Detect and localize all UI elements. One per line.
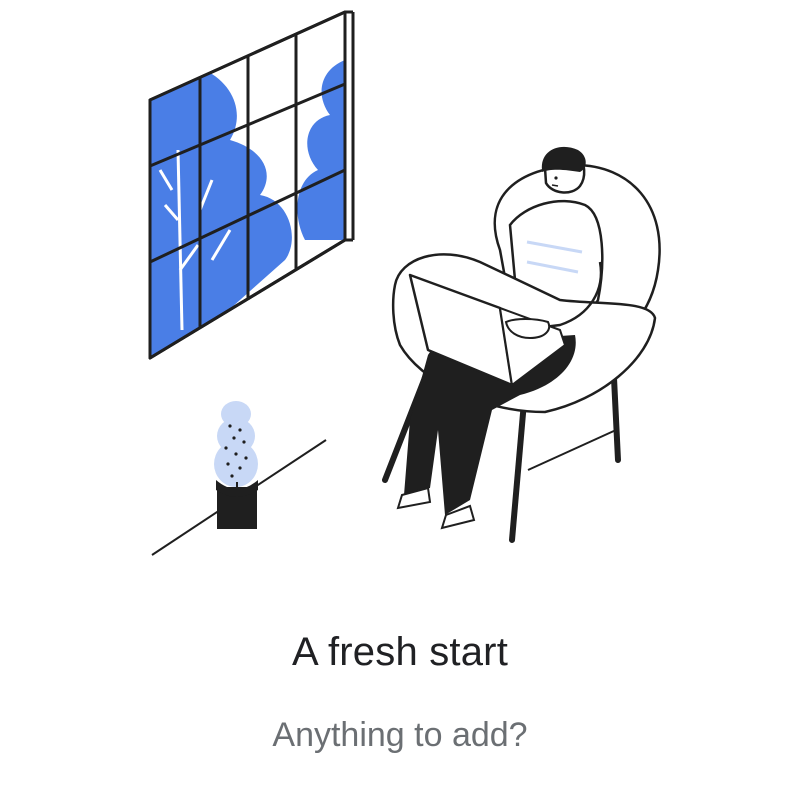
empty-state-title: A fresh start <box>291 630 509 674</box>
empty-state-subtitle: Anything to add? <box>272 716 528 754</box>
empty-state-illustration <box>148 10 661 556</box>
plant-illustration <box>214 401 258 529</box>
window-illustration <box>148 10 355 360</box>
empty-state-screen: A fresh start Anything to add? <box>0 0 800 800</box>
